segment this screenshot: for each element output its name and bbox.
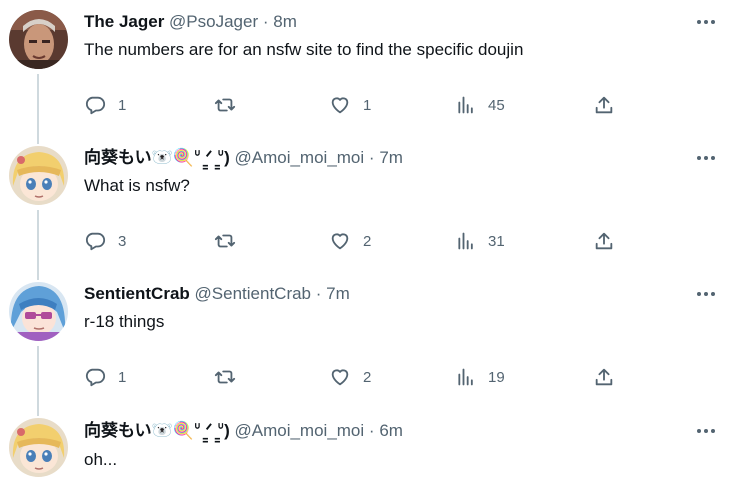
- reply-button[interactable]: 3: [84, 229, 126, 253]
- display-name[interactable]: The Jager: [84, 12, 164, 31]
- like-count: 1: [363, 96, 372, 114]
- more-options-button[interactable]: [695, 283, 717, 305]
- thread-line: [37, 74, 39, 136]
- display-name[interactable]: SentientCrab: [84, 284, 190, 303]
- more-dots-icon: [697, 156, 715, 160]
- more-options-button[interactable]: [695, 420, 717, 442]
- reply-button[interactable]: 1: [84, 365, 126, 389]
- timestamp[interactable]: 7m: [326, 284, 350, 303]
- avatar-illustration: [9, 10, 68, 69]
- share-icon: [595, 232, 613, 250]
- tweet-header: 向葵もい🐻‍❄️🍭ᐡ ̳ᐟ ̳ᐡ) @Amoi_moi_moi · 7m: [84, 147, 403, 169]
- views-button[interactable]: 19: [456, 365, 505, 389]
- display-name[interactable]: 向葵もい🐻‍❄️🍭ᐡ ̳ᐟ ̳ᐡ): [84, 148, 230, 167]
- anime-avatar-yellow: [9, 146, 68, 205]
- retweet-icon: [214, 370, 236, 384]
- tweet-text: oh...: [84, 450, 118, 469]
- retweet-button[interactable]: [214, 93, 248, 117]
- tweet-text: What is nsfw?: [84, 176, 190, 195]
- avatar[interactable]: [9, 146, 68, 205]
- tweet[interactable]: SentientCrab @SentientCrab · 7m r-18 thi…: [0, 272, 732, 408]
- more-dots-icon: [697, 20, 715, 24]
- reply-icon: [85, 368, 106, 387]
- tweet[interactable]: 向葵もい🐻‍❄️🍭ᐡ ̳ᐟ ̳ᐡ) @Amoi_moi_moi · 7m Wha…: [0, 136, 732, 272]
- reply-count: 1: [118, 368, 127, 386]
- thread-line: [37, 346, 39, 408]
- reply-icon: [85, 96, 106, 115]
- share-button[interactable]: [593, 93, 615, 117]
- retweet-button[interactable]: [214, 365, 248, 389]
- view-count: 19: [488, 368, 505, 386]
- avatar[interactable]: [9, 418, 68, 477]
- reply-button[interactable]: 1: [84, 93, 126, 117]
- separator: ·: [262, 12, 269, 31]
- view-count: 31: [488, 232, 505, 250]
- like-button[interactable]: 2: [329, 229, 371, 253]
- reply-count: 1: [118, 96, 127, 114]
- tweet-header: SentientCrab @SentientCrab · 7m: [84, 283, 350, 305]
- views-button[interactable]: 31: [456, 229, 505, 253]
- share-button[interactable]: [593, 229, 615, 253]
- reply-icon: [85, 232, 106, 251]
- action-bar: 3 2 31: [84, 229, 624, 253]
- tweet[interactable]: 向葵もい🐻‍❄️🍭ᐡ ̳ᐟ ̳ᐡ) @Amoi_moi_moi · 6m oh.…: [0, 408, 732, 493]
- retweet-icon: [214, 234, 236, 248]
- view-count: 45: [488, 96, 505, 114]
- like-button[interactable]: 2: [329, 365, 371, 389]
- timestamp[interactable]: 7m: [379, 148, 403, 167]
- more-dots-icon: [697, 292, 715, 296]
- tweet[interactable]: The Jager @PsoJager · 8m The numbers are…: [0, 0, 732, 136]
- like-count: 2: [363, 232, 372, 250]
- analytics-icon: [458, 232, 473, 250]
- separator: ·: [315, 284, 322, 303]
- tweet-header: 向葵もい🐻‍❄️🍭ᐡ ̳ᐟ ̳ᐡ) @Amoi_moi_moi · 6m: [84, 420, 403, 442]
- more-dots-icon: [697, 429, 715, 433]
- heart-icon: [331, 233, 349, 250]
- thread-line: [37, 408, 39, 416]
- tweet-text: The numbers are for an nsfw site to find…: [84, 40, 524, 59]
- share-icon: [595, 368, 613, 386]
- analytics-icon: [458, 96, 473, 114]
- tweet-header: The Jager @PsoJager · 8m: [84, 11, 297, 33]
- thread-line: [37, 136, 39, 144]
- reply-count: 3: [118, 232, 127, 250]
- avatar[interactable]: [9, 282, 68, 341]
- retweet-button[interactable]: [214, 229, 248, 253]
- user-handle[interactable]: @Amoi_moi_moi: [234, 421, 364, 440]
- like-count: 2: [363, 368, 372, 386]
- avatar[interactable]: [9, 10, 68, 69]
- display-name[interactable]: 向葵もい🐻‍❄️🍭ᐡ ̳ᐟ ̳ᐡ): [84, 421, 230, 440]
- retweet-icon: [214, 98, 236, 112]
- tweet-text: r-18 things: [84, 312, 165, 331]
- user-handle[interactable]: @Amoi_moi_moi: [234, 148, 364, 167]
- user-handle[interactable]: @PsoJager: [169, 12, 258, 31]
- share-icon: [595, 96, 613, 114]
- user-handle[interactable]: @SentientCrab: [195, 284, 312, 303]
- timestamp[interactable]: 6m: [379, 421, 403, 440]
- more-options-button[interactable]: [695, 11, 717, 33]
- separator: ·: [368, 148, 375, 167]
- anime-avatar-yellow: [9, 418, 68, 477]
- anime-avatar-blue: [9, 282, 68, 341]
- like-button[interactable]: 1: [329, 93, 371, 117]
- views-button[interactable]: 45: [456, 93, 505, 117]
- thread-line: [37, 210, 39, 272]
- action-bar: 1 1 45: [84, 93, 624, 117]
- analytics-icon: [458, 368, 473, 386]
- share-button[interactable]: [593, 365, 615, 389]
- separator: ·: [368, 421, 375, 440]
- heart-icon: [331, 97, 349, 114]
- action-bar: 1 2 19: [84, 365, 624, 389]
- heart-icon: [331, 369, 349, 386]
- more-options-button[interactable]: [695, 147, 717, 169]
- timestamp[interactable]: 8m: [273, 12, 297, 31]
- thread-line: [37, 272, 39, 280]
